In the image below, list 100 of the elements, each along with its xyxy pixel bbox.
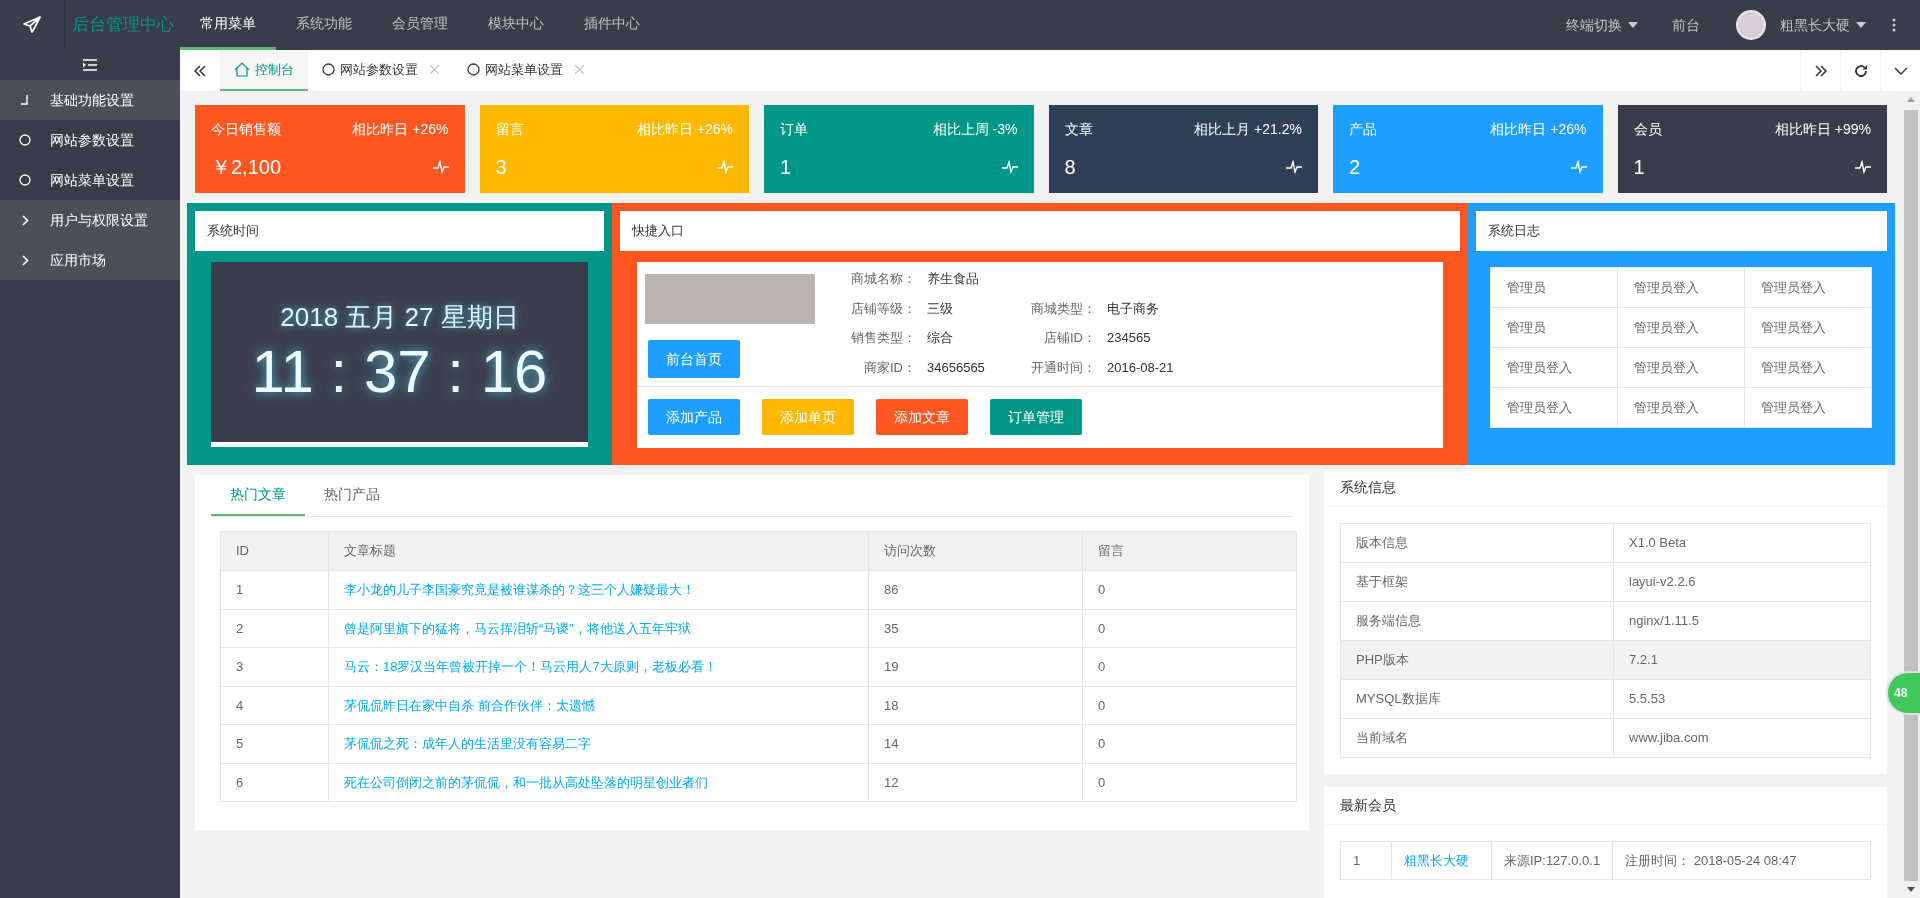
table-cell: 来源IP:127.0.0.1	[1491, 841, 1613, 880]
table-cell: 0	[1082, 763, 1297, 802]
top-menu-item[interactable]: 模块中心	[468, 0, 564, 50]
column-header: ID	[220, 531, 329, 571]
stat-label: 产品	[1349, 120, 1377, 139]
table-cell: 4	[220, 686, 329, 725]
info-label: 基于框架	[1340, 562, 1614, 602]
table-cell: 注册时间： 2018-05-24 08:47	[1612, 841, 1871, 880]
chevron-down-icon	[1893, 66, 1908, 75]
table-cell: 1	[1340, 841, 1392, 880]
content-tab[interactable]: 热门产品	[305, 475, 399, 516]
table-cell: 6	[220, 763, 329, 802]
pulse-icon	[1570, 160, 1587, 174]
app-title: 后台管理中心	[71, 14, 174, 37]
pulse-icon	[432, 160, 449, 174]
stat-compare: 相比上周 -3%	[932, 120, 1018, 139]
circle-icon	[467, 63, 480, 76]
info-value: 电子商务	[1107, 299, 1160, 318]
info-value: 5.5.53	[1613, 679, 1871, 719]
home-icon	[234, 62, 250, 77]
paper-plane-icon[interactable]	[23, 16, 41, 34]
info-label: 当前域名	[1340, 718, 1614, 758]
content-tab[interactable]: 热门文章	[211, 475, 305, 516]
caret-icon	[1628, 22, 1638, 28]
info-value: 三级	[927, 299, 954, 318]
log-cell: 管理员登入	[1617, 387, 1745, 428]
stat-value: 8	[1064, 155, 1076, 180]
info-label: MYSQL数据库	[1340, 679, 1614, 719]
clock-date: 2018 五月 27 星期日	[280, 300, 519, 334]
column-header: 留言	[1082, 531, 1297, 571]
more-icon[interactable]	[1892, 18, 1896, 32]
scroll-down-icon[interactable]	[1907, 887, 1915, 892]
page-tab[interactable]: 控制台	[220, 50, 308, 91]
table-cell: 1	[220, 570, 329, 609]
stat-value: ￥2,100	[211, 155, 282, 180]
table-cell: 0	[1082, 686, 1297, 725]
info-label: 店铺等级：	[850, 299, 916, 318]
quick-action-button[interactable]: 订单管理	[990, 399, 1082, 435]
card-header: 系统信息	[1324, 469, 1887, 507]
page-tab[interactable]: 网站参数设置	[308, 50, 453, 91]
circle-icon	[19, 134, 31, 146]
log-cell: 管理员	[1490, 307, 1618, 348]
collapse-menu-icon[interactable]	[83, 59, 97, 71]
top-menu-item[interactable]: 会员管理	[372, 0, 468, 50]
scroll-up-icon[interactable]	[1907, 97, 1915, 102]
log-cell: 管理员登入	[1744, 267, 1872, 308]
sidebar-item[interactable]: 用户与权限设置	[0, 200, 180, 240]
stat-label: 订单	[780, 120, 808, 139]
sidebar-subitem[interactable]: 网站参数设置	[0, 120, 180, 160]
close-icon[interactable]	[575, 65, 584, 74]
stat-value: 2	[1349, 155, 1361, 180]
info-label: 商家ID：	[863, 358, 916, 377]
column-header: 访问次数	[868, 531, 1083, 571]
clock-time: 11 : 37 : 16	[251, 336, 548, 407]
table-cell: 18	[868, 686, 1083, 725]
user-menu[interactable]: 粗黑长大硬	[1766, 0, 1892, 50]
avatar[interactable]	[1736, 10, 1766, 40]
info-value: 7.2.1	[1613, 640, 1871, 680]
sidebar-subitem[interactable]: 网站菜单设置	[0, 160, 180, 200]
table-cell: 35	[868, 609, 1083, 648]
pulse-icon	[1001, 160, 1018, 174]
sidebar-item[interactable]: 基础功能设置	[0, 80, 180, 120]
top-menu-item[interactable]: 系统功能	[276, 0, 372, 50]
info-value: 34656565	[927, 358, 986, 377]
page-tab[interactable]: 网站菜单设置	[453, 50, 598, 91]
close-icon[interactable]	[430, 65, 439, 74]
stat-compare: 相比昨日 +99%	[1774, 120, 1871, 139]
stat-value: 1	[1633, 155, 1645, 180]
pulse-icon	[1855, 160, 1871, 174]
info-value: X1.0 Beta	[1613, 523, 1871, 563]
terminal-switch-menu[interactable]: 终端切换	[1554, 0, 1650, 50]
pulse-icon	[717, 160, 733, 174]
info-label: 开通时间：	[1030, 358, 1096, 377]
stat-label: 会员	[1633, 120, 1662, 139]
info-label: 服务端信息	[1340, 601, 1614, 641]
frontend-link[interactable]: 前台	[1650, 0, 1722, 50]
stat-label: 今日销售额	[211, 120, 281, 139]
info-label: 版本信息	[1340, 523, 1614, 563]
info-value: 234565	[1107, 329, 1152, 347]
table-cell: 0	[1082, 570, 1297, 609]
stat-label: 文章	[1064, 120, 1093, 139]
top-menu-item[interactable]: 插件中心	[564, 0, 660, 50]
info-label: 商城类型：	[1030, 299, 1096, 318]
table-cell: 14	[868, 724, 1083, 763]
table-cell: 86	[868, 570, 1083, 609]
stat-value: 1	[780, 155, 792, 180]
table-cell: 12	[868, 763, 1083, 802]
log-cell: 管理员登入	[1490, 387, 1618, 428]
info-value: 2016-08-21	[1107, 358, 1174, 377]
info-value: www.jiba.com	[1613, 718, 1871, 758]
log-cell: 管理员登入	[1617, 347, 1745, 388]
info-label: 店铺ID：	[1043, 329, 1096, 347]
stat-compare: 相比昨日 +26%	[1490, 120, 1587, 139]
sidebar-item[interactable]: 应用市场	[0, 240, 180, 280]
card-header: 最新会员	[1324, 787, 1887, 825]
corner-icon	[21, 95, 29, 105]
log-cell: 管理员登入	[1744, 347, 1872, 388]
table-cell: 0	[1082, 724, 1297, 763]
double-chevron-left-icon	[193, 64, 207, 77]
chevron-right-icon	[21, 254, 29, 266]
